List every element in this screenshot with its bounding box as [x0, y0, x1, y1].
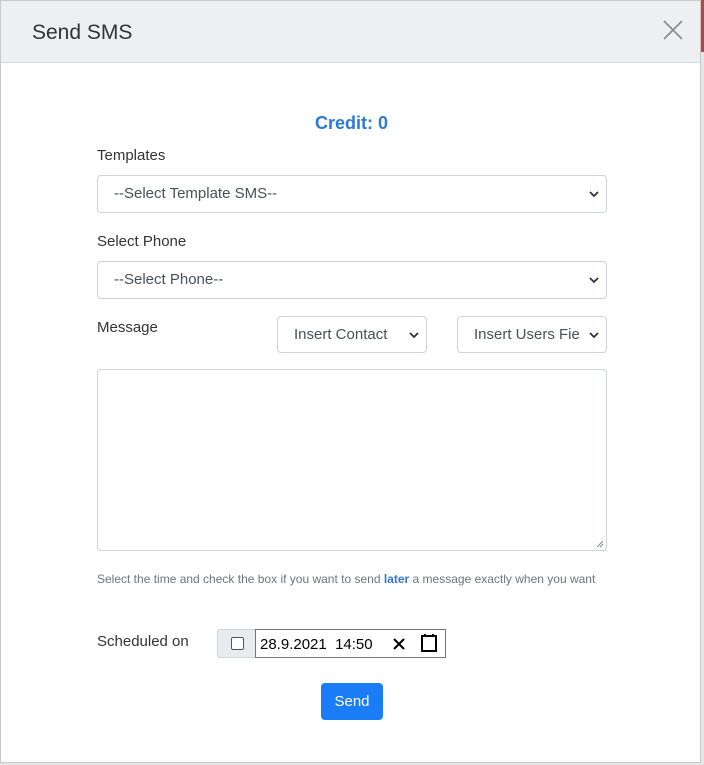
schedule-checkbox-addon: [217, 629, 256, 658]
resize-grip-icon[interactable]: [596, 540, 604, 548]
schedule-checkbox[interactable]: [231, 637, 244, 650]
clear-icon[interactable]: [392, 637, 406, 651]
close-icon: [663, 20, 683, 40]
message-textarea[interactable]: [97, 369, 607, 551]
scheduled-datetime-value: 28.9.2021 14:50: [260, 636, 373, 653]
templates-label: Templates: [97, 147, 166, 164]
chevron-down-icon: [589, 332, 599, 339]
template-select-value: --Select Template SMS--: [114, 185, 278, 202]
calendar-icon[interactable]: [420, 633, 438, 653]
help-emphasis: later: [383, 572, 410, 586]
phone-select-value: --Select Phone--: [114, 271, 224, 288]
scheduled-datetime-input[interactable]: 28.9.2021 14:50: [255, 629, 446, 658]
schedule-help-text: Select the time and check the box if you…: [97, 572, 596, 586]
modal-header: Send SMS: [1, 1, 700, 63]
insert-contact-value: Insert Contact: [294, 326, 388, 343]
send-button[interactable]: Send: [321, 683, 383, 720]
phone-select[interactable]: --Select Phone--: [97, 261, 607, 299]
chevron-down-icon: [409, 332, 419, 339]
insert-contact-select[interactable]: Insert Contact: [277, 316, 427, 353]
scheduled-on-label: Scheduled on: [97, 633, 189, 650]
close-button[interactable]: [661, 18, 685, 42]
modal-title: Send SMS: [32, 21, 133, 44]
insert-users-field-value: Insert Users Fie: [474, 326, 580, 343]
chevron-down-icon: [589, 191, 599, 198]
send-sms-modal: Send SMS Credit: 0 Templates --Select Te…: [0, 0, 701, 763]
credit-label: Credit: 0: [314, 113, 388, 133]
template-select[interactable]: --Select Template SMS--: [97, 175, 607, 213]
message-label: Message: [97, 319, 158, 336]
select-phone-label: Select Phone: [97, 233, 187, 250]
chevron-down-icon: [589, 277, 599, 284]
insert-users-field-select[interactable]: Insert Users Fie: [457, 316, 607, 353]
